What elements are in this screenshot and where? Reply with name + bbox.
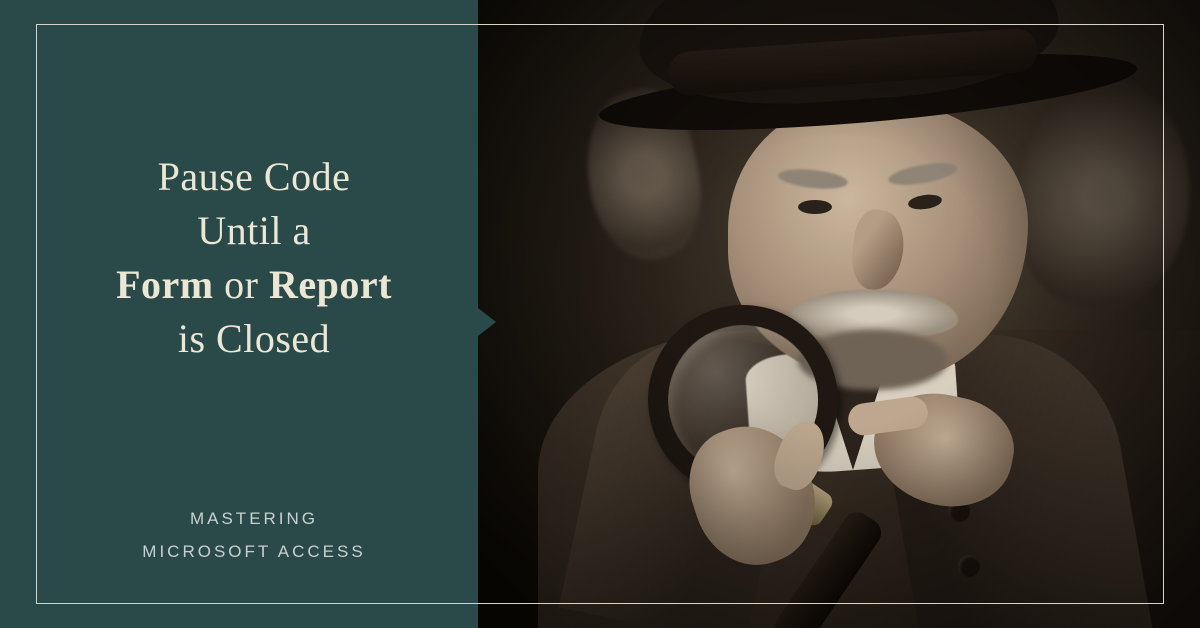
headline: Pause Code Until a Form or Report is Clo… [70, 150, 438, 366]
headline-or: or [214, 262, 269, 307]
headline-line-4: is Closed [70, 312, 438, 366]
headline-line-1: Pause Code [70, 150, 438, 204]
panel-notch-icon [478, 308, 496, 336]
text-panel: Pause Code Until a Form or Report is Clo… [0, 0, 478, 628]
hero-image [478, 0, 1200, 628]
headline-line-3: Form or Report [70, 258, 438, 312]
headline-line-2: Until a [70, 204, 438, 258]
subtitle-line-2: MICROSOFT ACCESS [70, 536, 438, 568]
headline-bold-form: Form [116, 262, 214, 307]
vignette-overlay [478, 0, 1200, 628]
subtitle-line-1: MASTERING [70, 503, 438, 535]
headline-bold-report: Report [269, 262, 392, 307]
promo-card: Pause Code Until a Form or Report is Clo… [0, 0, 1200, 628]
subtitle: MASTERING MICROSOFT ACCESS [70, 503, 438, 568]
